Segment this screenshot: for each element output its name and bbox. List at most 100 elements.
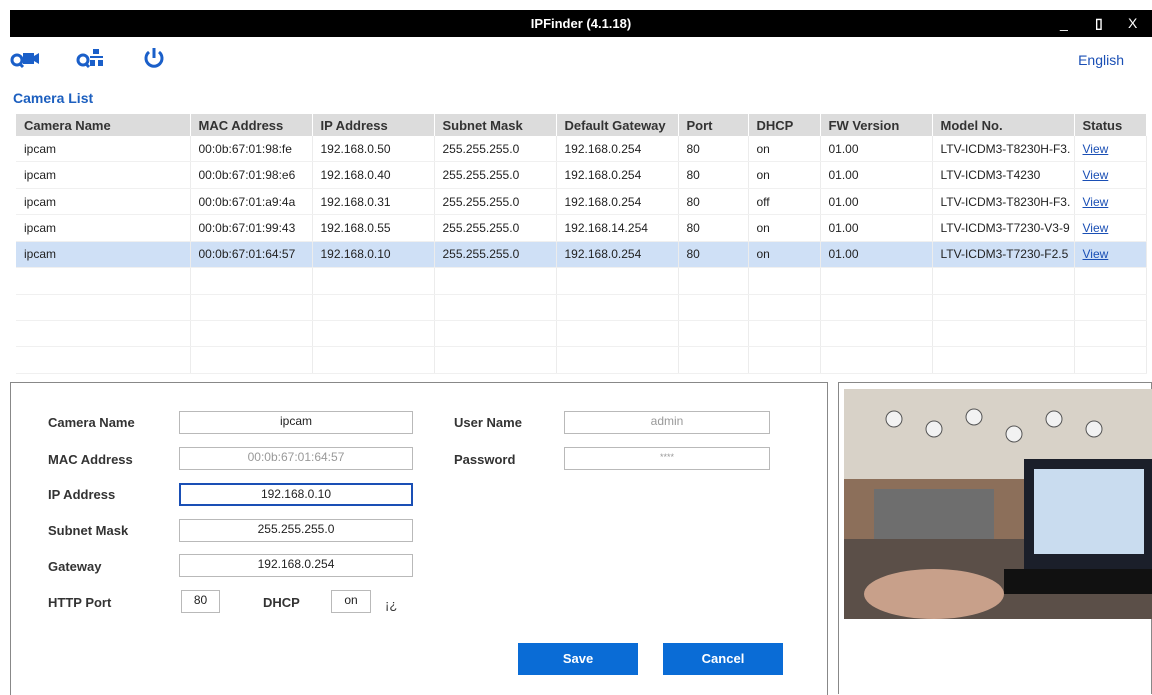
- cell-port: 80: [678, 161, 749, 189]
- empty-cell: [748, 346, 821, 374]
- column-header-port[interactable]: Port: [678, 114, 749, 136]
- empty-cell: [190, 346, 313, 374]
- user-name-label: User Name: [454, 415, 522, 430]
- column-header-dhcp[interactable]: DHCP: [748, 114, 821, 136]
- table-row[interactable]: ipcam 00:0b:67:01:64:57 192.168.0.10 255.25…: [16, 241, 1147, 269]
- cell-camera-name: ipcam: [16, 188, 191, 216]
- cell-subnet-mask: 255.255.255.0: [434, 188, 557, 216]
- subnet-mask-field[interactable]: 255.255.255.0: [179, 519, 413, 542]
- cell-camera-name: ipcam: [16, 214, 191, 242]
- refresh-icon[interactable]: [142, 46, 166, 70]
- camera-search-icon[interactable]: [10, 46, 40, 70]
- password-field[interactable]: ****: [564, 447, 770, 470]
- gateway-label: Gateway: [48, 559, 102, 574]
- cell-port: 80: [678, 136, 749, 163]
- cell-dhcp: on: [748, 214, 821, 242]
- view-link[interactable]: View: [1083, 142, 1109, 156]
- cell-port: 80: [678, 214, 749, 242]
- close-button[interactable]: X: [1128, 10, 1137, 37]
- minimize-button[interactable]: _: [1060, 10, 1068, 37]
- cell-fw-version: 01.00: [820, 161, 933, 189]
- view-link[interactable]: View: [1083, 221, 1109, 235]
- view-link[interactable]: View: [1083, 247, 1109, 261]
- cell-subnet-mask: 255.255.255.0: [434, 241, 557, 269]
- empty-cell: [556, 294, 679, 322]
- dhcp-field[interactable]: on: [331, 590, 371, 613]
- empty-cell: [932, 320, 1075, 348]
- cell-ip-address: 192.168.0.10: [312, 241, 435, 269]
- empty-cell: [932, 346, 1075, 374]
- toolbar: English: [10, 40, 1152, 80]
- cell-default-gateway: 192.168.0.254: [556, 161, 679, 189]
- camera-preview-image: [844, 389, 1152, 619]
- empty-cell: [1074, 346, 1147, 374]
- camera-name-label: Camera Name: [48, 415, 135, 430]
- empty-cell: [434, 346, 557, 374]
- cell-fw-version: 01.00: [820, 241, 933, 269]
- empty-cell: [748, 320, 821, 348]
- empty-cell: [1074, 320, 1147, 348]
- empty-cell: [1074, 267, 1147, 295]
- cell-fw-version: 01.00: [820, 188, 933, 216]
- save-button[interactable]: Save: [518, 643, 638, 675]
- empty-cell: [820, 267, 933, 295]
- gateway-field[interactable]: 192.168.0.254: [179, 554, 413, 577]
- cell-status: View: [1074, 161, 1147, 189]
- camera-name-field[interactable]: ipcam: [179, 411, 413, 434]
- empty-cell: [820, 294, 933, 322]
- column-header-subnet-mask[interactable]: Subnet Mask: [434, 114, 557, 136]
- camera-table: Camera Name MAC Address IP Address Subnet M…: [16, 114, 1147, 374]
- view-link[interactable]: View: [1083, 168, 1109, 182]
- cell-port: 80: [678, 188, 749, 216]
- ip-address-field[interactable]: 192.168.0.10: [179, 483, 413, 506]
- ip-address-label: IP Address: [48, 487, 116, 502]
- mac-address-field[interactable]: 00:0b:67:01:64:57: [179, 447, 413, 470]
- cell-default-gateway: 192.168.0.254: [556, 136, 679, 163]
- cell-default-gateway: 192.168.0.254: [556, 188, 679, 216]
- table-row[interactable]: ipcam 00:0b:67:01:99:43 192.168.0.55 255.25…: [16, 214, 1147, 242]
- column-header-camera-name[interactable]: Camera Name: [16, 114, 191, 136]
- column-header-model-no[interactable]: Model No.: [932, 114, 1075, 136]
- column-header-fw-version[interactable]: FW Version: [820, 114, 933, 136]
- network-search-icon[interactable]: [76, 46, 106, 70]
- empty-cell: [312, 294, 435, 322]
- empty-cell: [190, 267, 313, 295]
- cell-status: View: [1074, 214, 1147, 242]
- cell-subnet-mask: 255.255.255.0: [434, 136, 557, 163]
- empty-cell: [312, 267, 435, 295]
- window-title: IPFinder (4.1.18): [530, 16, 632, 31]
- cell-ip-address: 192.168.0.55: [312, 214, 435, 242]
- table-row[interactable]: ipcam 00:0b:67:01:a9:4a 192.168.0.31 255.25…: [16, 188, 1147, 216]
- table-row[interactable]: ipcam 00:0b:67:01:98:fe 192.168.0.50 255.25…: [16, 136, 1147, 163]
- column-header-status[interactable]: Status: [1074, 114, 1147, 136]
- column-header-default-gateway[interactable]: Default Gateway: [556, 114, 679, 136]
- empty-cell: [678, 294, 749, 322]
- cell-dhcp: on: [748, 161, 821, 189]
- http-port-field[interactable]: 80: [181, 590, 220, 613]
- cancel-button[interactable]: Cancel: [663, 643, 783, 675]
- cell-model-no: LTV-ICDM3-T8230H-F3.: [932, 136, 1075, 163]
- cell-camera-name: ipcam: [16, 241, 191, 269]
- user-name-field[interactable]: admin: [564, 411, 770, 434]
- cell-ip-address: 192.168.0.40: [312, 161, 435, 189]
- http-port-label: HTTP Port: [48, 595, 112, 610]
- column-header-mac-address[interactable]: MAC Address: [190, 114, 313, 136]
- maximize-button[interactable]: ▯: [1095, 10, 1103, 37]
- cell-model-no: LTV-ICDM3-T4230: [932, 161, 1075, 189]
- view-link[interactable]: View: [1083, 195, 1109, 209]
- table-row[interactable]: ipcam 00:0b:67:01:98:e6 192.168.0.40 255.25…: [16, 161, 1147, 189]
- empty-cell: [820, 346, 933, 374]
- empty-row: [16, 346, 1147, 374]
- column-header-ip-address[interactable]: IP Address: [312, 114, 435, 136]
- cell-camera-name: ipcam: [16, 136, 191, 163]
- language-selector[interactable]: English: [1078, 52, 1124, 68]
- cell-mac-address: 00:0b:67:01:99:43: [190, 214, 313, 242]
- cell-mac-address: 00:0b:67:01:98:e6: [190, 161, 313, 189]
- empty-cell: [312, 346, 435, 374]
- mac-address-label: MAC Address: [48, 452, 133, 467]
- cell-ip-address: 192.168.0.50: [312, 136, 435, 163]
- cell-camera-name: ipcam: [16, 161, 191, 189]
- empty-cell: [678, 267, 749, 295]
- empty-cell: [16, 267, 191, 295]
- empty-cell: [190, 320, 313, 348]
